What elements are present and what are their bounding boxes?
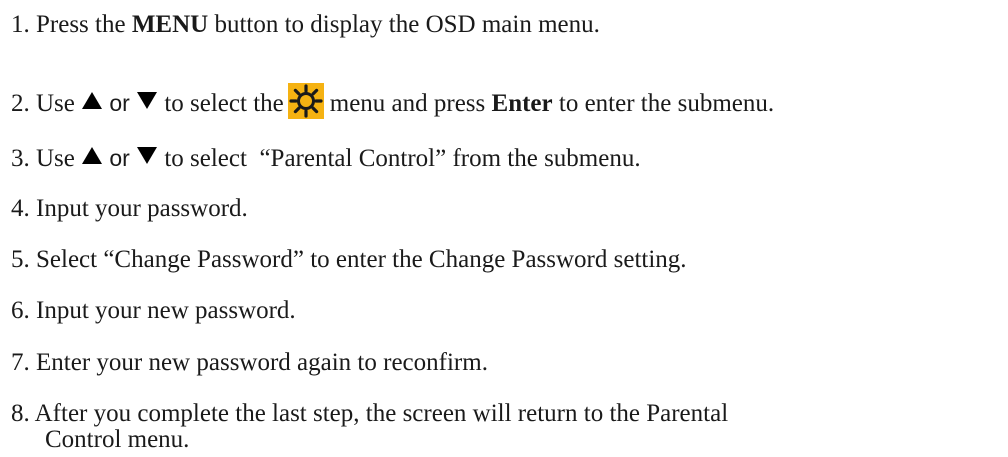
- step-number: 6.: [11, 297, 30, 324]
- up-triangle-icon: [82, 92, 103, 109]
- menu-button-label: MENU: [131, 11, 209, 38]
- step-text: Enter your new password again to reconfi…: [36, 349, 488, 376]
- step-1: 1. Press the MENU button to display the …: [11, 10, 600, 40]
- step-text: Input your password.: [36, 195, 248, 222]
- step-text: Use: [36, 145, 75, 172]
- step-4: 4. Input your password.: [11, 194, 248, 224]
- step-5: 5. Select “Change Password” to enter the…: [11, 245, 687, 275]
- or-text: or: [109, 90, 130, 116]
- step-text: to enter the submenu.: [558, 90, 775, 117]
- step-text: After you complete the last step, the sc…: [34, 400, 729, 427]
- step-text: menu and press: [329, 90, 486, 117]
- step-text: to select “Parental Control” from the su…: [164, 145, 641, 172]
- step-2: 2. Use or to select the menu and press E…: [11, 83, 774, 119]
- sun-settings-icon: [287, 83, 324, 119]
- step-text: Press the: [36, 11, 126, 38]
- step-text: Input your new password.: [36, 297, 296, 324]
- step-number: 8.: [11, 400, 30, 427]
- step-number: 5.: [11, 246, 30, 273]
- step-8-continuation: Control menu.: [45, 425, 189, 455]
- step-6: 6. Input your new password.: [11, 296, 296, 326]
- step-7: 7. Enter your new password again to reco…: [11, 348, 488, 378]
- step-number: 2.: [11, 90, 30, 117]
- step-text: to select the: [164, 90, 284, 117]
- step-number: 3.: [11, 145, 30, 172]
- step-text: Control menu.: [45, 426, 190, 453]
- step-text: button to display the OSD main menu.: [214, 11, 600, 38]
- step-number: 1.: [11, 11, 30, 38]
- step-number: 7.: [11, 349, 30, 376]
- or-text: or: [109, 145, 130, 171]
- down-triangle-icon: [137, 92, 158, 109]
- step-text: Select “Change Password” to enter the Ch…: [36, 246, 687, 273]
- step-text: Use: [36, 90, 75, 117]
- up-triangle-icon: [82, 147, 103, 164]
- down-triangle-icon: [137, 147, 158, 164]
- step-3: 3. Use or to select “Parental Control” f…: [11, 143, 641, 174]
- enter-button-label: Enter: [491, 90, 553, 117]
- step-number: 4.: [11, 195, 30, 222]
